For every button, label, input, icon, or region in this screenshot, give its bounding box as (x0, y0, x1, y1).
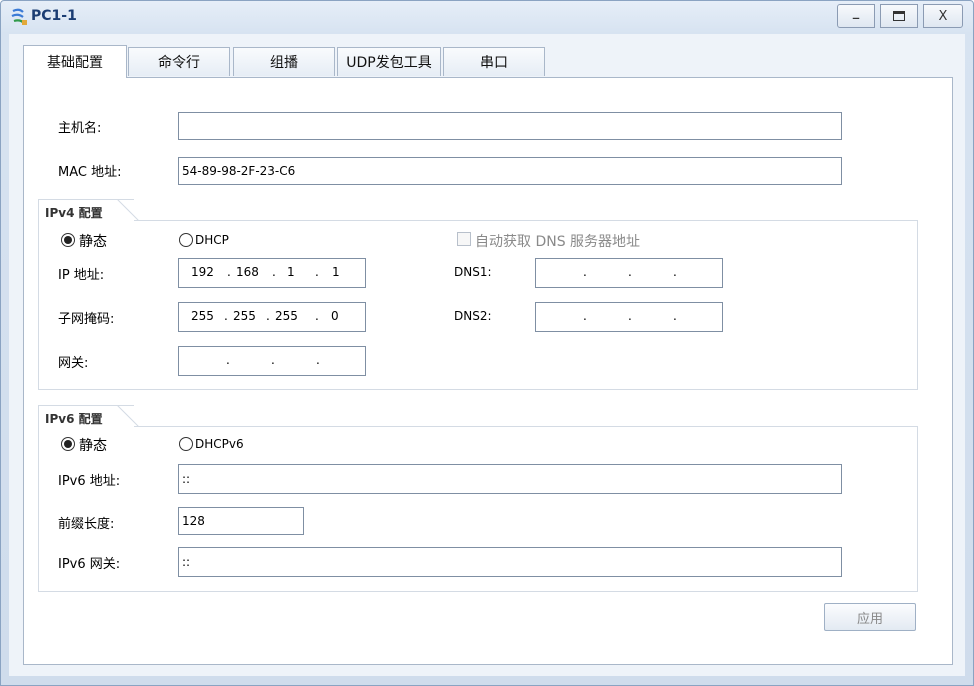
apply-button[interactable]: 应用 (824, 603, 916, 631)
basic-config-panel: 主机名: MAC 地址: 54-89-98-2F-23-C6 IPv4 配置 静… (23, 77, 953, 665)
dns1-label: DNS1: (454, 265, 492, 279)
dns2-dot-2: . (628, 309, 632, 323)
ipv4-group-tab-slant (117, 199, 140, 221)
mask-octet-3: 255 (275, 309, 298, 323)
mask-dot-3: . (315, 309, 319, 323)
mac-input[interactable]: 54-89-98-2F-23-C6 (178, 157, 842, 185)
ipv4-group-title: IPv4 配置 (45, 206, 103, 220)
ip-address-input[interactable]: 192 . 168 . 1 . 1 (178, 258, 366, 288)
gw-dot-1: . (226, 353, 230, 367)
mask-octet-1: 255 (191, 309, 214, 323)
mask-octet-2: 255 (233, 309, 256, 323)
ip-octet-1: 192 (191, 265, 214, 279)
minimize-icon: _ (852, 4, 860, 20)
mask-dot-1: . (224, 309, 228, 323)
mask-octet-4: 0 (331, 309, 339, 323)
ip-dot-1: . (227, 265, 231, 279)
ip-dot-3: . (315, 265, 319, 279)
ip-address-label: IP 地址: (58, 268, 105, 283)
subnet-mask-input[interactable]: 255 . 255 . 255 . 0 (178, 302, 366, 332)
dns1-input[interactable]: . . . (535, 258, 723, 288)
minimize-button[interactable]: _ (837, 4, 875, 28)
subnet-mask-label: 子网掩码: (58, 312, 115, 327)
auto-dns-label: 自动获取 DNS 服务器地址 (475, 234, 641, 250)
dns2-label: DNS2: (454, 309, 492, 323)
tab-command-line[interactable]: 命令行 (128, 47, 230, 76)
ipv6-group-tab-slant (117, 405, 140, 427)
dns1-dot-1: . (583, 265, 587, 279)
close-button[interactable]: X (923, 4, 963, 28)
prefix-length-label: 前缀长度: (58, 517, 115, 532)
client-area: 基础配置 命令行 组播 UDP发包工具 串口 主机名: MAC 地址: 54-8… (9, 34, 965, 676)
ipv6-gateway-input[interactable]: :: (178, 547, 842, 577)
ipv4-dhcp-label: DHCP (195, 233, 229, 247)
dns2-input[interactable]: . . . (535, 302, 723, 332)
tab-basic-config[interactable]: 基础配置 (23, 45, 127, 78)
dns2-dot-1: . (583, 309, 587, 323)
ip-octet-4: 1 (332, 265, 340, 279)
tab-serial[interactable]: 串口 (443, 47, 545, 76)
hostname-input[interactable] (178, 112, 842, 140)
title-bar[interactable]: PC1-1 _ X (1, 1, 973, 35)
prefix-length-input[interactable]: 128 (178, 507, 304, 535)
ipv6-static-radio[interactable] (61, 437, 75, 451)
close-icon: X (938, 8, 948, 24)
ipv6-group-title: IPv6 配置 (45, 412, 103, 426)
ip-octet-3: 1 (287, 265, 295, 279)
mac-label: MAC 地址: (58, 165, 122, 180)
window-title: PC1-1 (31, 8, 77, 24)
ipv4-static-label: 静态 (79, 234, 107, 250)
ip-octet-2: 168 (236, 265, 259, 279)
hostname-label: 主机名: (58, 121, 102, 136)
dns1-dot-2: . (628, 265, 632, 279)
ipv6-gateway-label: IPv6 网关: (58, 557, 121, 572)
ipv4-dhcp-radio[interactable] (179, 233, 193, 247)
dns2-dot-3: . (673, 309, 677, 323)
ipv6-dhcpv6-radio[interactable] (179, 437, 193, 451)
ipv6-address-input[interactable]: :: (178, 464, 842, 494)
pc-config-window: PC1-1 _ X 基础配置 命令行 组播 UDP发包工具 串口 主机名: MA… (0, 0, 974, 686)
mask-dot-2: . (266, 309, 270, 323)
ipv6-address-label: IPv6 地址: (58, 474, 121, 489)
pc-app-icon (11, 8, 27, 25)
gateway-input[interactable]: . . . (178, 346, 366, 376)
maximize-icon (893, 11, 905, 21)
ipv6-static-label: 静态 (79, 438, 107, 454)
ipv6-dhcpv6-label: DHCPv6 (195, 437, 244, 451)
dns1-dot-3: . (673, 265, 677, 279)
tab-multicast[interactable]: 组播 (233, 47, 335, 76)
auto-dns-checkbox[interactable] (457, 232, 471, 246)
gw-dot-3: . (316, 353, 320, 367)
ip-dot-2: . (272, 265, 276, 279)
gateway-label: 网关: (58, 356, 89, 371)
gw-dot-2: . (271, 353, 275, 367)
tab-udp-tool[interactable]: UDP发包工具 (337, 47, 441, 76)
ipv4-static-radio[interactable] (61, 233, 75, 247)
maximize-button[interactable] (880, 4, 918, 28)
